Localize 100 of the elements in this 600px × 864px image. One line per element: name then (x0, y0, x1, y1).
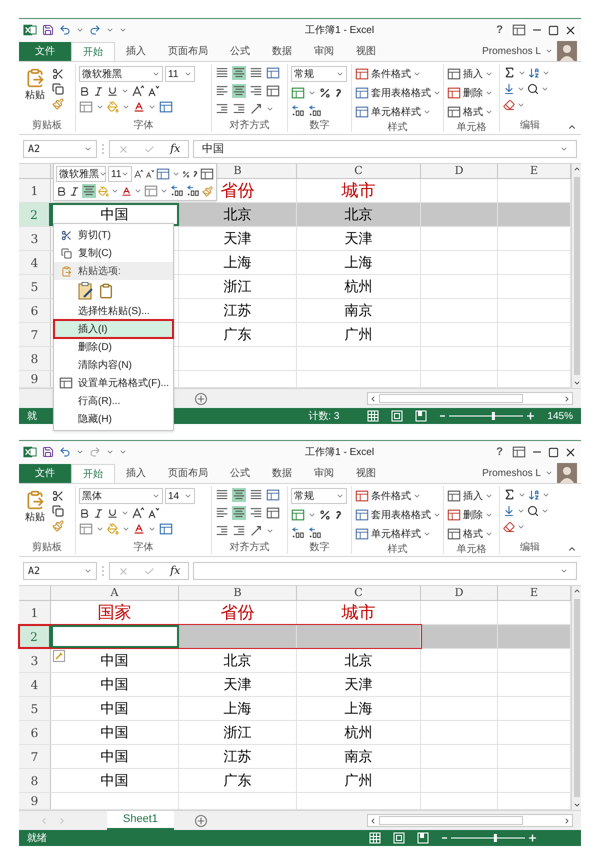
fill-icon[interactable] (503, 505, 515, 517)
wrap-text-icon[interactable] (266, 488, 280, 502)
zoom-slider-thumb[interactable] (494, 834, 497, 842)
caret-icon[interactable] (308, 511, 316, 519)
align-center-icon[interactable] (232, 506, 246, 520)
italic-icon[interactable] (69, 186, 80, 196)
insert-function-button[interactable]: fx (170, 140, 180, 158)
italic-icon[interactable] (93, 86, 104, 96)
user-name[interactable]: Promeshos L (482, 44, 541, 58)
sum-icon[interactable] (503, 66, 516, 79)
scroll-down-icon[interactable] (572, 801, 580, 809)
increase-decimal-icon[interactable] (291, 526, 305, 540)
ribbon-tab[interactable]: 审阅 (303, 464, 345, 483)
ribbon-display-icon[interactable] (512, 445, 526, 459)
increase-indent-icon[interactable] (232, 524, 246, 538)
caret-icon[interactable] (172, 170, 180, 178)
caret-icon[interactable] (433, 89, 441, 97)
caret-icon[interactable] (485, 492, 493, 500)
undo-icon[interactable] (59, 446, 71, 458)
ribbon-tab[interactable]: 数据 (261, 42, 303, 61)
close-icon[interactable] (564, 24, 577, 36)
zoom-in-icon[interactable] (528, 834, 537, 842)
redo-icon[interactable] (89, 24, 101, 36)
formula-input[interactable] (193, 562, 577, 580)
sort-icon[interactable] (528, 66, 540, 78)
caret-icon[interactable] (336, 492, 344, 500)
paste-button[interactable]: 粘贴 (22, 64, 48, 118)
horizontal-scrollbar[interactable] (367, 392, 573, 405)
row-header[interactable]: 9 (19, 793, 51, 809)
table-style-icon[interactable] (355, 489, 369, 503)
caret-icon[interactable] (485, 108, 493, 116)
ribbon-tab[interactable]: 插入 (115, 42, 157, 61)
scroll-down-icon[interactable] (572, 379, 580, 387)
column-header[interactable]: B (233, 584, 242, 602)
row-header[interactable]: 6 (19, 299, 51, 322)
grow-font-icon[interactable] (132, 507, 144, 519)
styles-menu-button[interactable]: 单元格样式 (355, 526, 441, 542)
column-header[interactable]: E (530, 584, 538, 602)
decrease-decimal-icon[interactable] (186, 184, 200, 198)
caret-icon[interactable] (152, 70, 160, 78)
underline-icon[interactable] (107, 508, 118, 518)
phonetic-icon[interactable] (159, 522, 173, 536)
caret-icon[interactable] (433, 511, 441, 519)
caret-icon[interactable] (134, 187, 142, 195)
sort-icon[interactable] (528, 488, 540, 500)
font-color-icon[interactable] (133, 101, 145, 113)
dropdown-field[interactable]: 常规 (291, 66, 347, 82)
increase-decimal-icon[interactable] (291, 104, 305, 118)
insert-function-button[interactable]: fx (170, 562, 180, 580)
bold-icon[interactable] (79, 86, 90, 96)
menu-item[interactable]: 插入(I) (54, 320, 173, 338)
bottom-align-icon[interactable] (249, 66, 263, 80)
caret-icon[interactable] (560, 567, 568, 575)
increase-decimal-icon[interactable] (170, 184, 184, 198)
cells-menu-button[interactable]: 插入 (447, 488, 493, 504)
caret-icon[interactable] (96, 525, 104, 533)
cells-menu-button[interactable]: 格式 (447, 526, 493, 542)
merge-icon[interactable] (200, 167, 214, 181)
percent-icon[interactable] (319, 509, 331, 521)
decrease-decimal-icon[interactable] (308, 526, 322, 540)
column-header[interactable]: A (110, 584, 118, 602)
caret-icon[interactable] (485, 530, 493, 538)
avatar-icon[interactable] (557, 463, 577, 483)
caret-icon[interactable] (76, 26, 84, 34)
row-header[interactable]: 8 (19, 347, 51, 370)
styles-menu-button[interactable]: 套用表格格式 (355, 507, 441, 523)
help-button[interactable]: ? (492, 444, 507, 460)
menu-item[interactable]: 选择性粘贴(S)... (54, 302, 173, 320)
maximize-icon[interactable] (548, 24, 559, 36)
wrap-text-icon[interactable] (266, 66, 280, 80)
cells-icon[interactable] (447, 489, 461, 503)
ribbon-tab[interactable]: 公式 (219, 464, 261, 483)
cells-icon[interactable] (447, 105, 461, 119)
column-header[interactable]: D (454, 584, 464, 602)
menu-item[interactable]: 复制(C) (54, 244, 173, 262)
copy-icon[interactable] (52, 505, 64, 517)
align-center-icon[interactable] (82, 184, 96, 198)
align-right-icon[interactable] (249, 506, 263, 520)
phonetic-icon[interactable] (159, 100, 173, 114)
caret-icon[interactable] (413, 492, 421, 500)
caret-icon[interactable] (152, 492, 160, 500)
file-tab[interactable]: 文件 (19, 42, 71, 61)
save-icon[interactable] (42, 446, 54, 458)
scroll-up-icon[interactable] (572, 165, 580, 173)
caret-icon[interactable] (423, 530, 431, 538)
copy-icon[interactable] (52, 83, 64, 95)
cells-icon[interactable] (447, 86, 461, 100)
align-right-icon[interactable] (249, 84, 263, 98)
merge-icon[interactable] (266, 506, 280, 520)
orientation-icon[interactable] (249, 524, 263, 538)
page-layout-icon[interactable] (393, 832, 405, 844)
row-header[interactable]: 4 (19, 251, 51, 274)
ribbon-tab[interactable]: 页面布局 (157, 42, 219, 61)
ribbon-display-icon[interactable] (512, 23, 526, 37)
table-style-icon[interactable] (355, 86, 369, 100)
paste-button[interactable]: 粘贴 (22, 486, 48, 540)
ribbon-tab[interactable]: 审阅 (303, 42, 345, 61)
caret-icon[interactable] (308, 89, 316, 97)
caret-icon[interactable] (121, 170, 130, 178)
font-color-icon[interactable] (121, 186, 132, 196)
